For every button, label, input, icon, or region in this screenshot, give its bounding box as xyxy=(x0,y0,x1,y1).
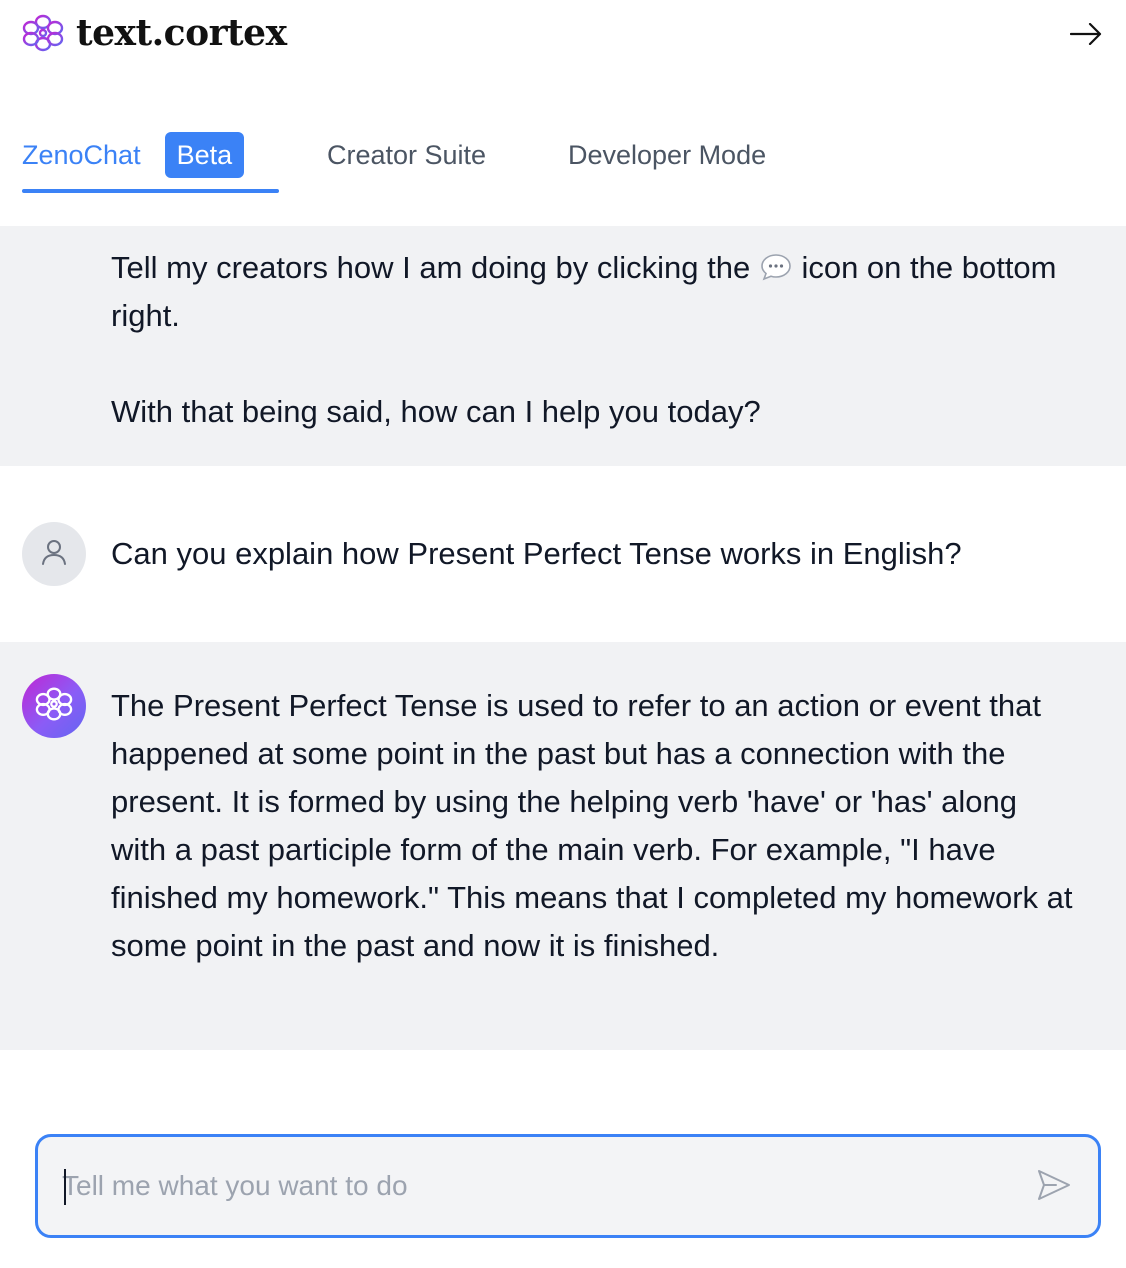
message-text-part: Tell my creators how I am doing by click… xyxy=(111,250,759,285)
beta-badge: Beta xyxy=(164,132,245,178)
speech-bubble-icon xyxy=(759,248,793,281)
send-button[interactable] xyxy=(1034,1167,1074,1207)
tab-label: Developer Mode xyxy=(568,139,767,170)
tab-zenochat[interactable]: ZenoChat Beta xyxy=(22,116,278,194)
brain-flower-icon xyxy=(34,686,74,727)
active-tab-indicator xyxy=(22,189,279,193)
tab-bar: ZenoChat Beta Creator Suite Developer Mo… xyxy=(0,116,1126,196)
user-message: Can you explain how Present Perfect Tens… xyxy=(0,466,1126,642)
message-input[interactable] xyxy=(62,1155,1022,1217)
message-followup: With that being said, how can I help you… xyxy=(111,394,761,429)
logo-text: text.cortex xyxy=(76,12,287,54)
message-text: Can you explain how Present Perfect Tens… xyxy=(111,536,962,571)
collapse-button[interactable] xyxy=(1068,18,1104,54)
avatar xyxy=(22,522,86,586)
tab-label: ZenoChat xyxy=(22,139,141,170)
user-icon xyxy=(39,537,69,572)
header: text.cortex xyxy=(0,0,1126,70)
logo[interactable]: text.cortex xyxy=(20,12,287,54)
assistant-message: The Present Perfect Tense is used to ref… xyxy=(0,642,1126,1050)
avatar xyxy=(22,674,86,738)
tab-label: Creator Suite xyxy=(327,139,487,170)
assistant-message: Tell my creators how I am doing by click… xyxy=(0,226,1126,466)
send-icon xyxy=(1036,1167,1072,1208)
tab-developer-mode[interactable]: Developer Mode xyxy=(568,116,766,194)
message-text: Tell my creators how I am doing by click… xyxy=(111,244,1086,436)
message-text: The Present Perfect Tense is used to ref… xyxy=(111,688,1073,963)
text-caret xyxy=(64,1169,66,1205)
tab-creator-suite[interactable]: Creator Suite xyxy=(327,116,486,194)
brain-flower-icon xyxy=(20,12,66,54)
message-composer xyxy=(35,1134,1101,1238)
arrow-right-icon xyxy=(1069,22,1102,50)
